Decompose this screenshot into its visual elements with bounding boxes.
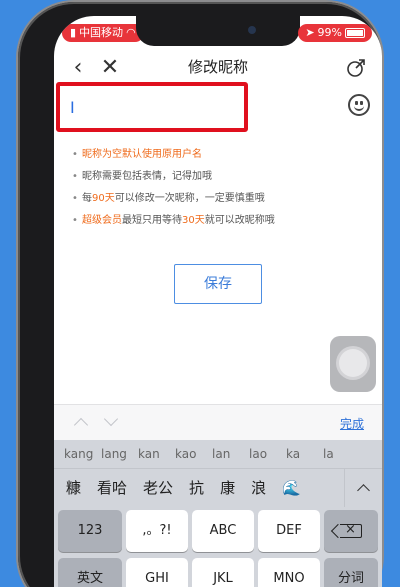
battery-icon (345, 28, 365, 38)
pinyin-option[interactable]: lao (249, 447, 286, 461)
candidate-row: 糠 看哈 老公 抗 康 浪 🌊 (54, 468, 382, 507)
camera-icon (248, 26, 256, 34)
key-lang[interactable]: 英文 (58, 558, 122, 587)
key-mno[interactable]: MNO (258, 558, 320, 587)
pinyin-option[interactable]: ka (286, 447, 323, 461)
pinyin-row: kang lang kan kao lan lao ka la (54, 440, 382, 468)
pinyin-option[interactable]: kan (138, 447, 175, 461)
rule-item: • 每90天可以修改一次昵称，一定要慎重哦 (72, 193, 265, 204)
nickname-input-highlight (56, 82, 248, 132)
chevron-down-icon[interactable] (103, 411, 119, 427)
candidate-word[interactable]: 糠 (66, 477, 81, 498)
key-split[interactable]: 分词 (324, 558, 378, 587)
battery-label: 99% (317, 26, 342, 39)
pinyin-option[interactable]: kao (175, 447, 212, 461)
done-button[interactable]: 完成 (340, 415, 364, 432)
key-ghi[interactable]: GHI (126, 558, 188, 587)
nickname-rules: • 昵称为空默认使用原用户名 • 昵称需要包括表情，记得加哦 • 每90天可以修改一次… (72, 144, 372, 232)
keyboard-toolbar: 完成 (54, 404, 382, 440)
emoji-icon[interactable] (348, 94, 370, 116)
key-punct[interactable]: ,。?! (126, 510, 188, 552)
rule-item: • 超级会员最短只用等待30天就可以改昵称哦 (72, 215, 275, 226)
battery-pill: ➤ 99% (298, 24, 372, 42)
location-icon: ➤ (305, 26, 315, 39)
rule-item: • 昵称需要包括表情，记得加哦 (72, 171, 212, 182)
backspace-icon (340, 521, 362, 539)
candidate-word[interactable]: 老公 (143, 477, 173, 498)
chevron-up-icon[interactable] (73, 417, 89, 433)
candidate-word[interactable]: 抗 (189, 477, 204, 498)
signal-icon: ▮ (70, 26, 77, 39)
backspace-key[interactable] (324, 510, 378, 552)
carrier-pill: ▮ 中国移动 ◠ (62, 24, 144, 42)
nav-bar: ‹ ✕ 修改昵称 (54, 50, 382, 86)
assistive-touch-button[interactable] (330, 336, 376, 392)
screen: ▮ 中国移动 ◠ ➤ 99% ‹ ✕ 修改昵称 I • 昵称为空默认使用原用户名… (54, 16, 382, 587)
key-jkl[interactable]: JKL (192, 558, 254, 587)
keyboard: kang lang kan kao lan lao ka la 糠 看哈 老公 … (54, 440, 382, 587)
candidate-word[interactable]: 看哈 (97, 477, 127, 498)
nickname-input[interactable] (70, 92, 230, 122)
candidate-word[interactable]: 浪 (251, 477, 266, 498)
carrier-label: 中国移动 (79, 26, 124, 39)
notch (136, 16, 300, 46)
save-button[interactable]: 保存 (174, 264, 262, 304)
pinyin-option[interactable]: kang (64, 447, 101, 461)
pinyin-option[interactable]: la (323, 447, 360, 461)
pinyin-option[interactable]: lan (212, 447, 249, 461)
candidate-word[interactable]: 康 (220, 477, 235, 498)
key-abc[interactable]: ABC (192, 510, 254, 552)
rule-item: • 昵称为空默认使用原用户名 (72, 149, 202, 160)
status-bar: ▮ 中国移动 ◠ ➤ 99% (54, 16, 382, 50)
share-icon[interactable] (342, 54, 370, 82)
pinyin-option[interactable]: lang (101, 447, 138, 461)
key-num[interactable]: 123 (58, 510, 122, 552)
wave-emoji-icon[interactable]: 🌊 (282, 479, 301, 497)
page-title: 修改昵称 (187, 58, 248, 76)
key-def[interactable]: DEF (258, 510, 320, 552)
phone-frame: ▮ 中国移动 ◠ ➤ 99% ‹ ✕ 修改昵称 I • 昵称为空默认使用原用户名… (18, 2, 382, 587)
wifi-icon: ◠ (126, 26, 136, 39)
expand-candidates-icon[interactable] (344, 469, 382, 507)
